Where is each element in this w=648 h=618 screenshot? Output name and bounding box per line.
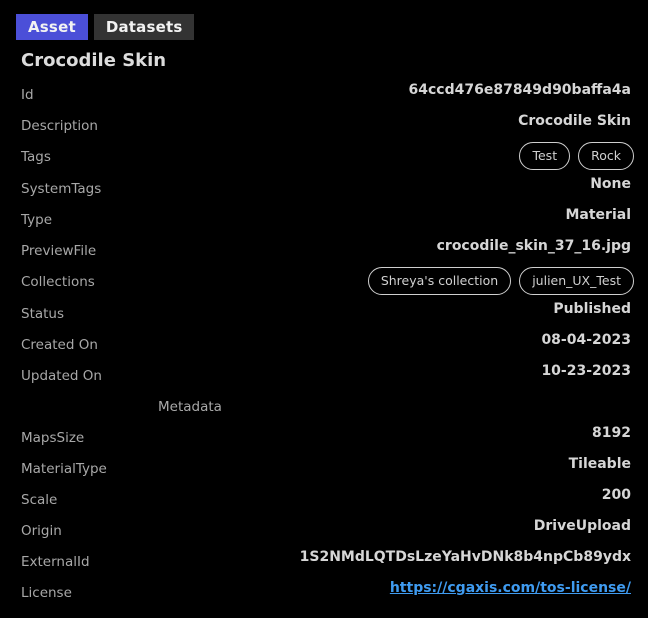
field-value: 1S2NMdLQTDsLzeYaHvDNk8b4npCb89ydx <box>299 549 631 565</box>
field-label: ExternalId <box>21 554 90 570</box>
field-label: Tags <box>21 149 51 165</box>
field-collections: Collections Shreya's collection julien_U… <box>0 267 648 300</box>
field-value: DriveUpload <box>533 518 631 534</box>
field-label: Type <box>21 212 53 228</box>
field-label: PreviewFile <box>21 243 97 259</box>
field-tags: Tags Test Rock <box>0 142 648 175</box>
tag-chips: Test Rock <box>519 142 634 170</box>
collection-chips: Shreya's collection julien_UX_Test <box>367 267 634 295</box>
page-title: Crocodile Skin <box>21 50 167 71</box>
field-label: Status <box>21 306 65 322</box>
field-label: MaterialType <box>21 461 107 477</box>
field-label: Collections <box>21 274 95 290</box>
field-value: Crocodile Skin <box>518 113 631 129</box>
field-maps-size: MapsSize 8192 <box>0 425 648 456</box>
field-material-type: MaterialType Tileable <box>0 456 648 487</box>
field-label: SystemTags <box>21 181 102 197</box>
metadata-heading: Metadata <box>158 399 222 415</box>
tab-asset[interactable]: Asset <box>16 14 88 40</box>
tab-datasets[interactable]: Datasets <box>93 14 195 40</box>
field-value: 8192 <box>592 425 631 441</box>
field-value: None <box>590 176 631 192</box>
tag-chip[interactable]: Rock <box>578 142 634 170</box>
field-description: Description Crocodile Skin <box>0 113 648 144</box>
field-value: crocodile_skin_37_16.jpg <box>436 238 631 254</box>
field-origin: Origin DriveUpload <box>0 518 648 549</box>
field-label: Id <box>21 87 34 103</box>
field-value: 200 <box>601 487 631 503</box>
field-label: Description <box>21 118 98 134</box>
status-value: Published <box>553 301 631 317</box>
field-created-on: Created On 08-04-2023 <box>0 332 648 363</box>
field-label: Origin <box>21 523 62 539</box>
field-updated-on: Updated On 10-23-2023 <box>0 363 648 394</box>
field-value: 08-04-2023 <box>541 332 631 348</box>
field-label: Created On <box>21 337 98 353</box>
field-value: 10-23-2023 <box>541 363 631 379</box>
field-status: Status Published <box>0 301 648 332</box>
field-label: License <box>21 585 72 601</box>
tab-bar: Asset Datasets <box>16 14 195 40</box>
field-value: 64ccd476e87849d90baffa4a <box>408 82 631 98</box>
field-label: MapsSize <box>21 430 85 446</box>
field-external-id: ExternalId 1S2NMdLQTDsLzeYaHvDNk8b4npCb8… <box>0 549 648 580</box>
field-preview-file: PreviewFile crocodile_skin_37_16.jpg <box>0 238 648 269</box>
license-value: https://cgaxis.com/tos-license/ <box>390 580 631 596</box>
field-license: License https://cgaxis.com/tos-license/ <box>0 580 648 611</box>
field-id: Id 64ccd476e87849d90baffa4a <box>0 82 648 113</box>
collection-chip[interactable]: Shreya's collection <box>367 267 512 295</box>
field-scale: Scale 200 <box>0 487 648 518</box>
field-label: Scale <box>21 492 58 508</box>
field-value: Tileable <box>568 456 631 472</box>
tag-chip[interactable]: Test <box>519 142 571 170</box>
field-label: Updated On <box>21 368 102 384</box>
field-type: Type Material <box>0 207 648 238</box>
collection-chip[interactable]: julien_UX_Test <box>519 267 634 295</box>
license-link[interactable]: https://cgaxis.com/tos-license/ <box>390 580 631 596</box>
field-system-tags: SystemTags None <box>0 176 648 207</box>
field-value: Material <box>565 207 631 223</box>
